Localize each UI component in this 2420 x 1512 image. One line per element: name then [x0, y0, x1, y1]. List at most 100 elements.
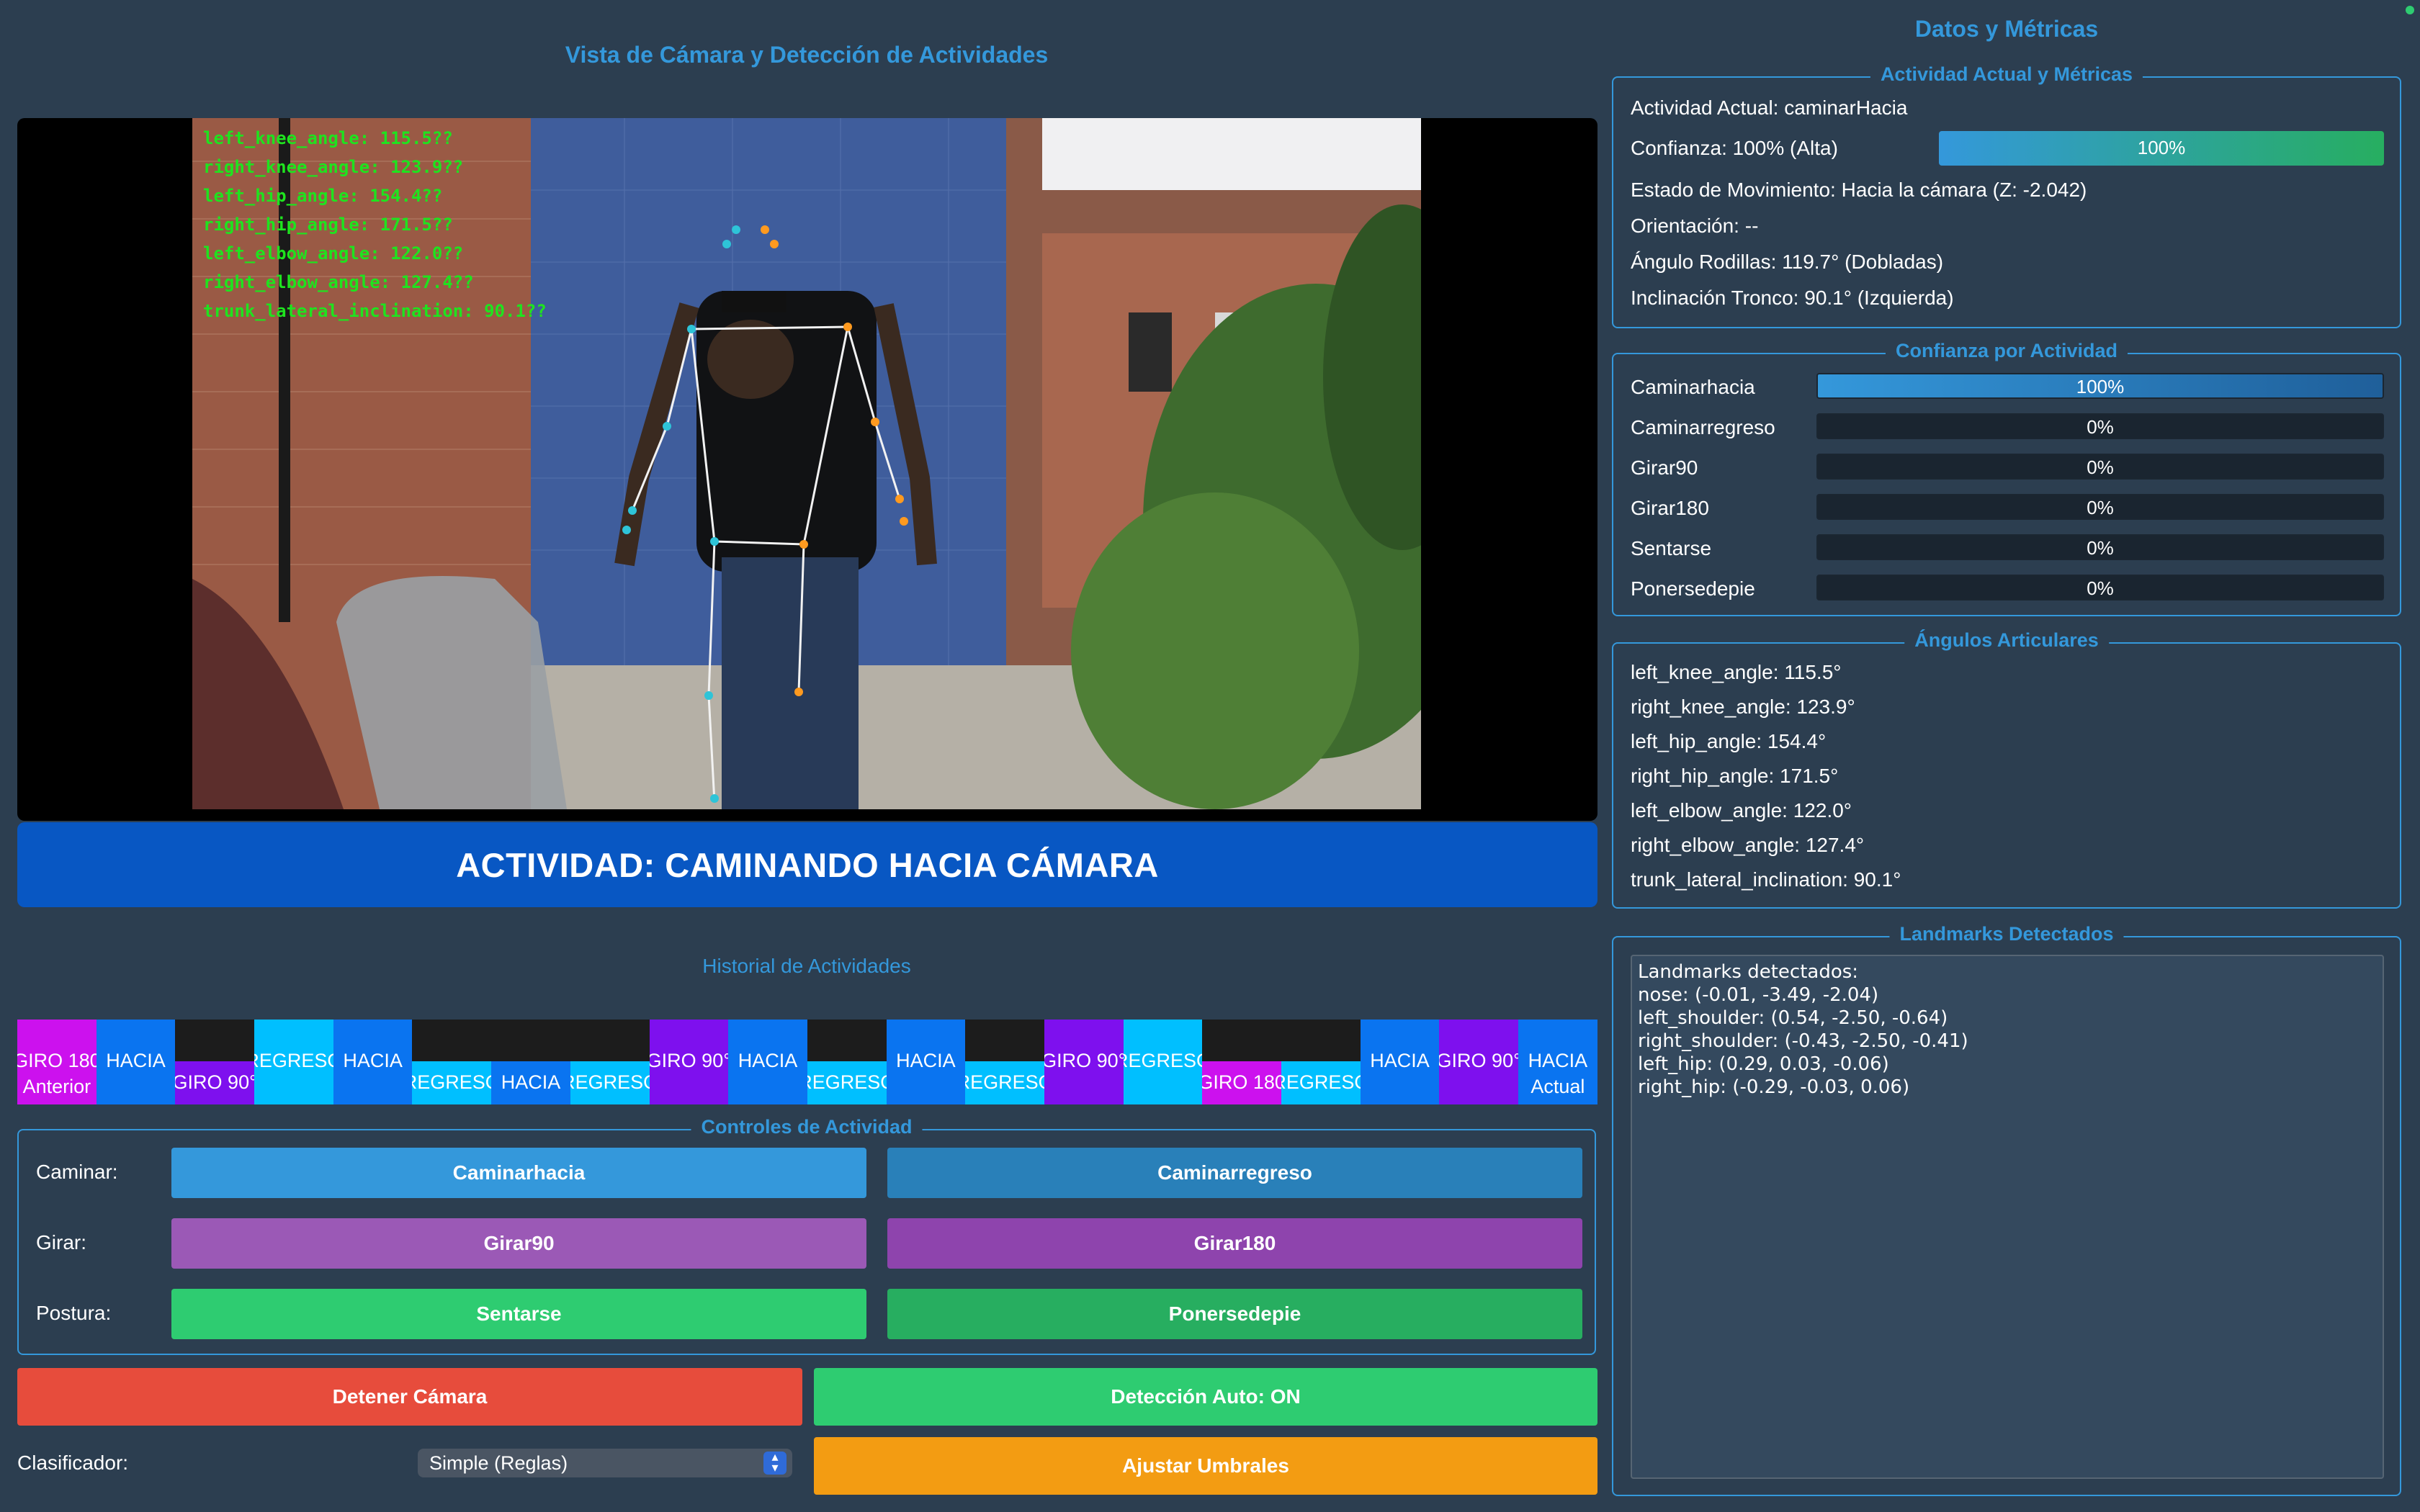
activity-confidence-bar: 100%: [1816, 373, 2384, 399]
metrics-section-title: Datos y Métricas: [1914, 16, 2099, 42]
angle-item: left_elbow_angle: 122.0°: [1631, 799, 1852, 822]
history-item: GIRO 180: [1202, 1020, 1281, 1104]
caminar-label: Caminar:: [36, 1161, 118, 1183]
activity-confidence-bar: 0%: [1816, 494, 2384, 520]
girar90-button[interactable]: Girar90: [171, 1218, 866, 1269]
activity-confidence-bar: 0%: [1816, 413, 2384, 439]
activity-confidence-label: Girar180: [1631, 497, 1709, 519]
current-activity-group-title: Actividad Actual y Métricas: [1870, 63, 2143, 86]
current-activity-text: Actividad Actual: caminarHacia: [1631, 96, 1908, 119]
history-item: REGRESO: [1281, 1020, 1361, 1104]
movement-status-text: Estado de Movimiento: Hacia la cámara (Z…: [1631, 179, 2087, 201]
history-item-label: GIRO 180: [17, 1050, 97, 1071]
girar-label: Girar:: [36, 1231, 86, 1254]
history-item-label: GIRO 90°: [649, 1050, 729, 1071]
history-item-label: REGRESO: [1124, 1050, 1203, 1071]
angle-item: left_hip_angle: 154.4°: [1631, 730, 1827, 752]
history-item-label: HACIA: [1370, 1050, 1430, 1071]
classifier-select-value: Simple (Reglas): [429, 1452, 568, 1474]
ponersedepie-button[interactable]: Ponersedepie: [887, 1289, 1582, 1339]
status-dot: [2406, 6, 2414, 14]
history-title: Historial de Actividades: [702, 955, 911, 977]
caminar-regreso-button[interactable]: Caminarregreso: [887, 1148, 1582, 1198]
activity-confidence-text: 0%: [2087, 497, 2114, 518]
overlay-angle-text: right_elbow_angle: 127.4??: [203, 272, 474, 292]
history-item: GIRO 90°: [649, 1020, 729, 1104]
angle-item: right_hip_angle: 171.5°: [1631, 765, 1839, 787]
history-strip: GIRO 180AnteriorHACIAGIRO 90°REGRESOHACI…: [17, 1020, 1597, 1104]
activity-confidence-bar: 0%: [1816, 575, 2384, 600]
activity-confidence-text: 0%: [2087, 577, 2114, 599]
landmarks-textarea[interactable]: Landmarks detectados: nose: (-0.01, -3.4…: [1631, 955, 2384, 1479]
history-item: REGRESO: [570, 1020, 650, 1104]
history-item: REGRESO: [807, 1020, 887, 1104]
history-item-label: HACIA: [896, 1050, 956, 1071]
activity-confidence-label: Girar90: [1631, 456, 1698, 479]
classifier-select[interactable]: Simple (Reglas) ▴ ▾: [418, 1449, 792, 1477]
joint-angles-group-title: Ángulos Articulares: [1904, 629, 2109, 652]
caminar-hacia-button[interactable]: Caminarhacia: [171, 1148, 866, 1198]
angle-item: right_knee_angle: 123.9°: [1631, 696, 1855, 718]
camera-view: left_knee_angle: 115.5?? right_knee_angl…: [17, 118, 1597, 821]
history-item: HACIA: [1360, 1020, 1440, 1104]
history-item-label: HACIA: [738, 1050, 798, 1071]
history-item-label: GIRO 90°: [175, 1071, 255, 1093]
history-item: GIRO 90°: [1439, 1020, 1519, 1104]
history-item-label: REGRESO: [254, 1050, 333, 1071]
history-item: REGRESO: [254, 1020, 333, 1104]
landmarks-group: Landmarks Detectados Landmarks detectado…: [1612, 923, 2401, 1496]
history-item-label: GIRO 90°: [1439, 1050, 1519, 1071]
history-item: GIRO 90°: [1044, 1020, 1124, 1104]
select-chevron-icon: ▴ ▾: [763, 1450, 786, 1475]
history-item: HACIA: [333, 1020, 413, 1104]
overlay-angle-text: right_hip_angle: 171.5??: [203, 215, 453, 235]
history-item: REGRESO: [412, 1020, 492, 1104]
overlay-angle-text: trunk_lateral_inclination: 90.1??: [203, 301, 547, 321]
history-item: GIRO 90°: [175, 1020, 255, 1104]
trunk-inclination-text: Inclinación Tronco: 90.1° (Izquierda): [1631, 287, 1954, 309]
knee-angle-text: Ángulo Rodillas: 119.7° (Dobladas): [1631, 251, 1944, 273]
landmarks-group-title: Landmarks Detectados: [1889, 923, 2124, 945]
history-item-sublabel: Actual: [1531, 1076, 1585, 1097]
angle-item: left_knee_angle: 115.5°: [1631, 661, 1842, 683]
history-item: REGRESO: [965, 1020, 1044, 1104]
history-item-label: GIRO 90°: [1044, 1050, 1124, 1071]
activity-confidence-group-title: Confianza por Actividad: [1885, 340, 2128, 362]
history-item-label: HACIA: [343, 1050, 403, 1071]
confidence-progress-bar: 100%: [1939, 131, 2384, 166]
history-item: HACIA Actual: [1518, 1020, 1597, 1104]
angle-item: right_elbow_angle: 127.4°: [1631, 834, 1865, 856]
confidence-label: Confianza: 100% (Alta): [1631, 137, 1838, 159]
sentarse-button[interactable]: Sentarse: [171, 1289, 866, 1339]
activity-confidence-label: Caminarregreso: [1631, 416, 1775, 438]
postura-label: Postura:: [36, 1302, 112, 1324]
history-item-sublabel: Anterior: [22, 1076, 91, 1097]
history-item-label: REGRESO: [965, 1071, 1044, 1093]
activity-confidence-text: 0%: [2087, 537, 2114, 559]
joint-angles-group: Ángulos Articulares left_knee_angle: 115…: [1612, 629, 2401, 909]
history-item-label: HACIA: [501, 1071, 561, 1093]
history-item-label: GIRO 180: [1202, 1071, 1281, 1093]
activity-confidence-label: Ponersedepie: [1631, 577, 1755, 600]
camera-section-title: Vista de Cámara y Detección de Actividad…: [565, 42, 1049, 68]
activity-confidence-label: Sentarse: [1631, 537, 1712, 559]
history-item: HACIA: [491, 1020, 570, 1104]
overlay-angle-text: left_knee_angle: 115.5??: [203, 128, 453, 148]
orientation-text: Orientación: --: [1631, 215, 1759, 237]
activity-confidence-bar: 0%: [1816, 534, 2384, 560]
girar180-button[interactable]: Girar180: [887, 1218, 1582, 1269]
overlay-angle-text: right_knee_angle: 123.9??: [203, 157, 464, 177]
history-item-label: HACIA: [106, 1050, 166, 1071]
activity-confidence-text: 100%: [2076, 376, 2125, 397]
controls-group-title: Controles de Actividad: [691, 1116, 923, 1138]
activity-confidence-bar: 0%: [1816, 454, 2384, 480]
history-item: HACIA: [96, 1020, 176, 1104]
auto-detect-toggle[interactable]: Detección Auto: ON: [814, 1368, 1597, 1426]
history-item-label: REGRESO: [1281, 1071, 1361, 1093]
adjust-thresholds-button[interactable]: Ajustar Umbrales: [814, 1437, 1597, 1495]
history-item-label: HACIA: [1528, 1050, 1588, 1071]
history-item: GIRO 180 Anterior: [17, 1020, 97, 1104]
stop-camera-button[interactable]: Detener Cámara: [17, 1368, 802, 1426]
history-item: REGRESO: [1123, 1020, 1203, 1104]
history-item: HACIA: [886, 1020, 966, 1104]
